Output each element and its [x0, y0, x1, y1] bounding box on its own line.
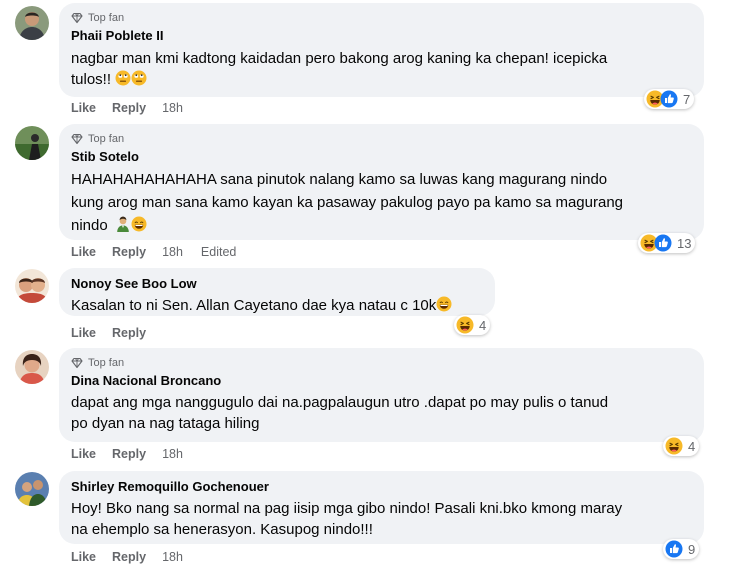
comment-actions: Like Reply 18h: [71, 549, 201, 565]
comment-text-line: HAHAHAHAHAHAHA sana pinutok nalang kamo …: [71, 171, 608, 188]
comment-author[interactable]: Shirley Remoquillo Gochenouer: [71, 478, 692, 495]
avatar[interactable]: [15, 269, 49, 303]
rolling-eyes-emoji-icon: [131, 70, 147, 86]
comment-text-line: na ehemplo sa henerasyon. Kasupog nindo!…: [71, 521, 373, 538]
comment-text-line: Hoy! Bko nang sa normal na pag iisip mga…: [71, 500, 623, 517]
like-reaction-icon: [654, 234, 672, 252]
top-fan-label: Top fan: [88, 133, 125, 145]
reaction-count: 7: [683, 91, 691, 107]
comment-actions: Like Reply 18h: [71, 446, 201, 462]
comment-bubble: Nonoy See Boo Low Kasalan to ni Sen. All…: [59, 268, 495, 316]
comment-text: Kasalan to ni Sen. Allan Cayetano dae ky…: [71, 295, 483, 316]
comment-author[interactable]: Stib Sotelo: [71, 148, 692, 165]
comment-bubble: Shirley Remoquillo Gochenouer Hoy! Bko n…: [59, 471, 704, 544]
comment-text-line: nindo: [71, 214, 692, 237]
rolling-eyes-emoji-icon: [115, 70, 131, 86]
like-button[interactable]: Like: [71, 550, 96, 564]
reaction-count: 13: [677, 235, 692, 251]
reply-button[interactable]: Reply: [112, 245, 146, 259]
person-emoji-icon: [115, 216, 131, 232]
top-fan-label: Top fan: [88, 12, 125, 24]
comment-time[interactable]: 18h: [162, 101, 183, 115]
comment-actions: Like Reply: [71, 325, 162, 341]
avatar[interactable]: [15, 6, 49, 40]
reaction-summary[interactable]: 7: [644, 89, 695, 109]
reaction-count: 4: [688, 438, 696, 454]
top-fan-badge: Top fan: [71, 356, 692, 370]
comment-text: HAHAHAHAHAHAHA sana pinutok nalang kamo …: [71, 168, 692, 237]
comment-text-line: Kasalan to ni Sen. Allan Cayetano dae ky…: [71, 297, 437, 314]
like-button[interactable]: Like: [71, 447, 96, 461]
comment-text-line: nagbar man kmi kadtong kaidadan pero bak…: [71, 50, 608, 67]
reaction-summary[interactable]: 4: [663, 436, 700, 456]
like-button[interactable]: Like: [71, 245, 96, 259]
comment-time[interactable]: 18h: [162, 550, 183, 564]
reply-button[interactable]: Reply: [112, 447, 146, 461]
diamond-icon: [71, 12, 83, 24]
haha-reaction-icon: [665, 437, 683, 455]
comment-text-line: tulos!!: [71, 69, 692, 90]
comment-text-line: kung arog man sana kamo kayan ka pasaway…: [71, 194, 624, 211]
comment-text: Hoy! Bko nang sa normal na pag iisip mga…: [71, 498, 692, 540]
grinning-emoji-icon: [436, 296, 452, 312]
comment-text: nagbar man kmi kadtong kaidadan pero bak…: [71, 48, 692, 90]
comment-author[interactable]: Phaii Poblete II: [71, 27, 692, 44]
comment-text: dapat ang mga nanggugulo dai na.pagpalau…: [71, 392, 692, 434]
avatar[interactable]: [15, 350, 49, 384]
edited-label[interactable]: Edited: [201, 245, 236, 259]
reply-button[interactable]: Reply: [112, 550, 146, 564]
haha-reaction-icon: [456, 316, 474, 334]
like-button[interactable]: Like: [71, 101, 96, 115]
top-fan-badge: Top fan: [71, 11, 692, 25]
reaction-count: 9: [688, 541, 696, 557]
reply-button[interactable]: Reply: [112, 101, 146, 115]
comment-author[interactable]: Nonoy See Boo Low: [71, 275, 483, 292]
diamond-icon: [71, 133, 83, 145]
comment-text-line: dapat ang mga nanggugulo dai na.pagpalau…: [71, 394, 609, 411]
like-button[interactable]: Like: [71, 326, 96, 340]
diamond-icon: [71, 357, 83, 369]
avatar[interactable]: [15, 472, 49, 506]
top-fan-badge: Top fan: [71, 132, 692, 146]
comment-author[interactable]: Dina Nacional Broncano: [71, 372, 692, 389]
comment-actions: Like Reply 18h Edited: [71, 244, 236, 260]
reply-button[interactable]: Reply: [112, 326, 146, 340]
reaction-count: 4: [479, 317, 487, 333]
comment-actions: Like Reply 18h: [71, 100, 201, 116]
comment-time[interactable]: 18h: [162, 245, 183, 259]
like-reaction-icon: [660, 90, 678, 108]
comment-bubble: Top fan Stib Sotelo HAHAHAHAHAHAHA sana …: [59, 124, 704, 240]
grinning-emoji-icon: [131, 216, 147, 232]
comment-time[interactable]: 18h: [162, 447, 183, 461]
comment-text-line: po dyan na nag tataga hiling: [71, 415, 260, 432]
reaction-summary[interactable]: 13: [638, 233, 696, 253]
avatar[interactable]: [15, 126, 49, 160]
top-fan-label: Top fan: [88, 357, 125, 369]
like-reaction-icon: [665, 540, 683, 558]
comment-bubble: Top fan Dina Nacional Broncano dapat ang…: [59, 348, 704, 442]
reaction-summary[interactable]: 9: [663, 539, 700, 559]
reaction-summary[interactable]: 4: [454, 315, 491, 335]
comment-bubble: Top fan Phaii Poblete II nagbar man kmi …: [59, 3, 704, 97]
